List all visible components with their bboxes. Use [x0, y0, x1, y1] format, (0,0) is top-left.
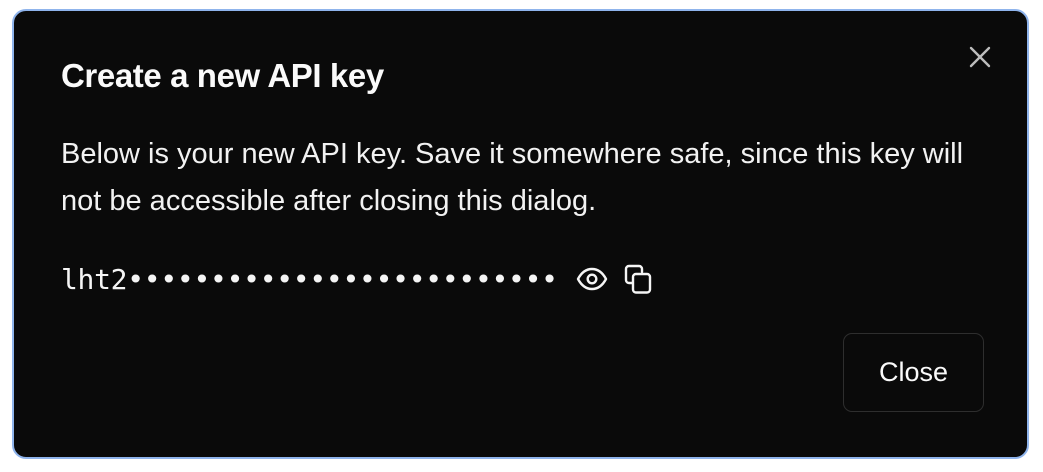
api-key-dialog: Create a new API key Below is your new A…: [12, 9, 1029, 459]
eye-icon[interactable]: [576, 267, 608, 291]
api-key-value: lht2••••••••••••••••••••••••••: [61, 263, 558, 296]
dialog-description: Below is your new API key. Save it somew…: [61, 138, 964, 217]
api-key-row: lht2••••••••••••••••••••••••••: [61, 259, 653, 299]
dialog-title: Create a new API key: [61, 57, 384, 94]
api-key-prefix: lht2: [61, 262, 128, 296]
close-button[interactable]: Close: [843, 333, 984, 412]
api-key-masked: ••••••••••••••••••••••••••: [127, 262, 558, 296]
close-icon[interactable]: [967, 44, 993, 70]
copy-icon[interactable]: [623, 264, 653, 295]
